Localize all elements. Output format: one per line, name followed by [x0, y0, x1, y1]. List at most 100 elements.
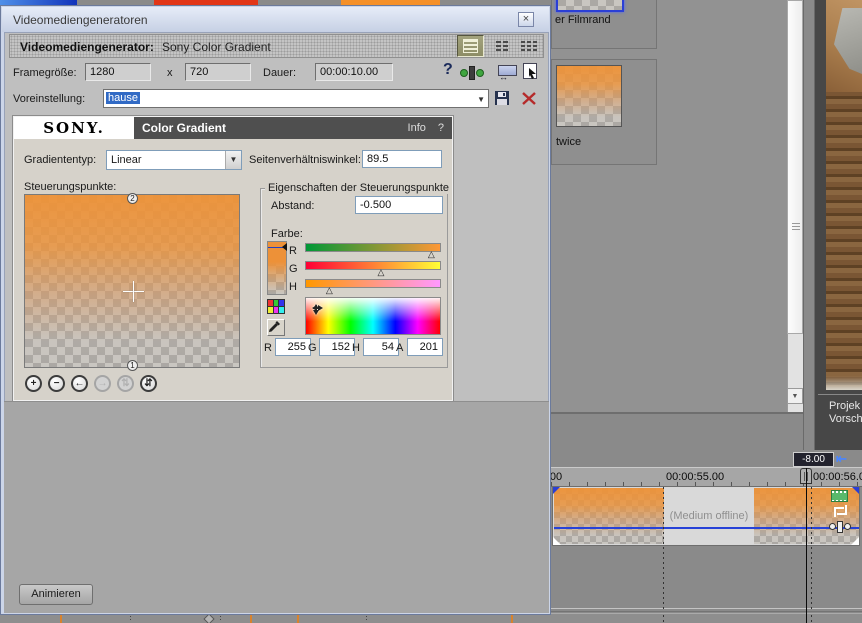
plugin-title-bar: Color Gradient Info ?: [134, 117, 452, 139]
ruler-label-56: 00:00:56.00: [813, 471, 862, 483]
event-corner-br[interactable]: [851, 537, 859, 545]
list-scrollbar-thumb[interactable]: [787, 0, 803, 334]
event-corner-bl[interactable]: [553, 537, 561, 545]
animate-button[interactable]: Animieren: [19, 584, 93, 605]
slider-g-container: △: [305, 268, 441, 278]
generator-item-label[interactable]: twice: [556, 136, 581, 148]
list-view-icon: [463, 39, 478, 53]
close-icon[interactable]: ×: [518, 12, 534, 27]
framesize-label: Framegröße:: [13, 67, 77, 79]
event-fade-handle-tr[interactable]: [852, 487, 859, 494]
cursor-arrow-shape: [528, 68, 538, 79]
spread-points-button[interactable]: ⇵: [140, 375, 157, 392]
color-label: Farbe:: [271, 228, 303, 240]
chevron-down-icon[interactable]: ▼: [477, 95, 485, 104]
track-mark: [366, 616, 367, 622]
event-crop-icon[interactable]: [834, 505, 846, 516]
view-mode-single-button[interactable]: [457, 35, 484, 57]
event-edge-tick: [511, 615, 513, 623]
slider-g-thumb[interactable]: △: [378, 268, 385, 277]
plugin-info-link[interactable]: Info: [408, 122, 426, 134]
duration-field[interactable]: 00:00:10.00: [315, 63, 393, 81]
chevron-down-icon[interactable]: ▼: [225, 151, 241, 169]
timeline-event[interactable]: (Medium offline): [552, 486, 860, 546]
panel-splitter[interactable]: [803, 0, 804, 450]
preset-combobox[interactable]: hause ▼: [103, 89, 489, 108]
channel-g-label: G: [308, 342, 317, 354]
slider-r-thumb[interactable]: △: [428, 250, 435, 259]
channel-g-field[interactable]: 152: [319, 338, 355, 356]
plugin-panel: SONY. Color Gradient Info ? Gradiententy…: [13, 116, 453, 401]
gradient-type-label: Gradiententyp:: [24, 154, 96, 166]
channel-r-label: R: [264, 342, 272, 354]
aspect-angle-field[interactable]: 89.5: [362, 150, 442, 168]
playhead-line[interactable]: [806, 468, 807, 623]
keyframe-area: [4, 401, 549, 613]
add-point-button[interactable]: +: [25, 375, 42, 392]
point-properties-group: Eigenschaften der Steuerungspunkte Absta…: [260, 188, 448, 368]
frame-width-field[interactable]: 1280: [85, 63, 151, 81]
list-scrollbar-down-button[interactable]: ▼: [787, 388, 803, 404]
event-plugin-icon[interactable]: [829, 520, 851, 533]
edit-generated-media-icon[interactable]: [521, 62, 541, 80]
picker-cursor[interactable]: [310, 302, 323, 315]
list-view-icon: [521, 41, 525, 53]
event-thumb-gradient: [554, 488, 664, 544]
gradient-crosshair[interactable]: [123, 281, 144, 302]
view-mode-two-col-button[interactable]: [490, 38, 514, 55]
event-volume-envelope[interactable]: [554, 527, 859, 529]
channel-h-field[interactable]: 54: [363, 338, 399, 356]
ruler-label-55: 00:00:55.00: [666, 471, 724, 483]
plugin-node: [844, 523, 851, 530]
slider-r-label: R: [289, 245, 297, 257]
delete-preset-button[interactable]: [520, 90, 538, 107]
selected-color-swatch[interactable]: [267, 241, 287, 295]
stop-marker-arrow[interactable]: [278, 243, 287, 251]
palette-cell: [279, 307, 284, 313]
swap-points-button: ⇅: [117, 375, 134, 392]
match-event-size-icon[interactable]: ↔: [497, 63, 518, 80]
event-edge-tick: [250, 615, 252, 623]
list-view-icon: [533, 41, 537, 53]
channel-a-field[interactable]: 201: [407, 338, 443, 356]
dialog-title: Videomediengeneratoren: [13, 13, 148, 27]
generator-item-label[interactable]: er Filmrand: [555, 14, 611, 26]
palette-cell: [279, 300, 284, 306]
timeline-rate-box[interactable]: -8.00: [793, 452, 834, 467]
track-bottom-line: [551, 611, 862, 612]
track-mark: [811, 615, 812, 623]
distance-field[interactable]: -0.500: [355, 196, 443, 214]
plugin-help-link[interactable]: ?: [438, 122, 444, 134]
save-preset-button[interactable]: [493, 90, 511, 107]
preset-value: hause: [106, 92, 140, 104]
generator-thumb-twice[interactable]: [556, 65, 622, 127]
event-fade-handle-tl[interactable]: [553, 487, 560, 494]
frame-height-field[interactable]: 720: [185, 63, 251, 81]
help-icon[interactable]: ?: [443, 61, 453, 79]
timeline-rate-arrow-icon[interactable]: ⇤: [836, 451, 847, 467]
prev-point-button[interactable]: ←: [71, 375, 88, 392]
slider-r-container: △: [305, 250, 441, 260]
remove-point-button[interactable]: −: [48, 375, 65, 392]
gradient-preview[interactable]: 2 1: [24, 194, 240, 368]
color-picker-field[interactable]: [305, 297, 441, 335]
palette-icon[interactable]: [267, 299, 285, 314]
event-edge-tick: [297, 615, 299, 623]
palette-cell: [274, 300, 279, 306]
event-media-icon[interactable]: [831, 490, 848, 502]
chevron-down-icon: ▼: [792, 393, 799, 400]
event-thumb-left: [554, 488, 664, 544]
control-point-2-badge[interactable]: 2: [127, 193, 138, 204]
group-title: Eigenschaften der Steuerungspunkte: [265, 182, 452, 194]
channel-r-field[interactable]: 255: [275, 338, 311, 356]
generator-thumb-filmrand[interactable]: [556, 0, 624, 12]
plugin-chain-icon[interactable]: [460, 65, 484, 80]
view-mode-three-col-button[interactable]: [516, 38, 542, 55]
gradient-type-combobox[interactable]: Linear ▼: [106, 150, 242, 170]
eyedropper-button[interactable]: [267, 319, 285, 336]
slider-h-thumb[interactable]: △: [326, 286, 333, 295]
control-point-1-badge[interactable]: 1: [127, 360, 138, 371]
dialog-titlebar[interactable]: Videomediengeneratoren ×: [2, 7, 549, 32]
distance-label: Abstand:: [271, 200, 314, 212]
preset-label: Voreinstellung:: [13, 93, 85, 105]
